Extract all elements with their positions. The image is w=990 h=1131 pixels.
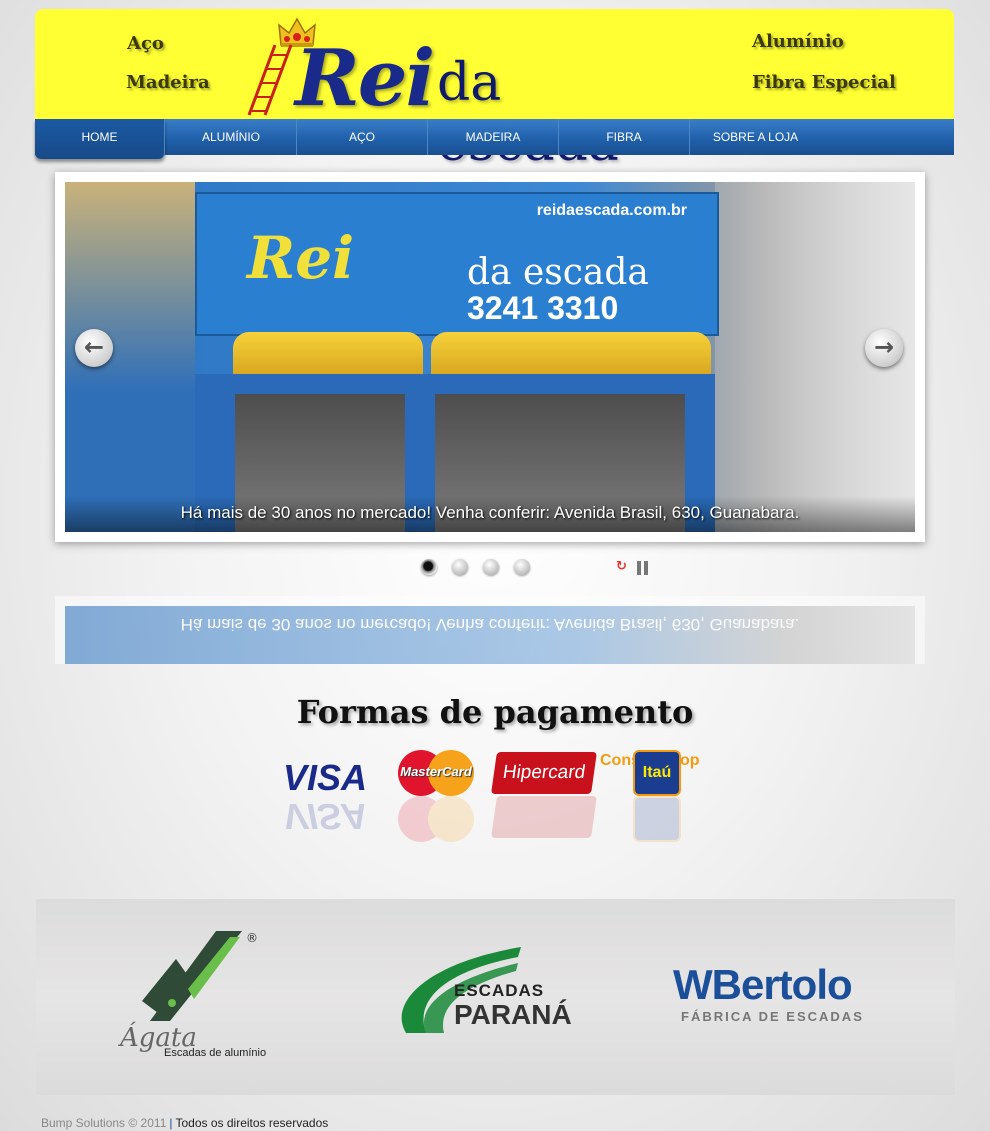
loading-spinner-icon: ↻: [616, 559, 627, 574]
sign-da-escada: da escada: [467, 252, 649, 293]
parana-top-text: ESCADAS: [454, 981, 545, 1000]
arrow-left-icon: ←: [83, 333, 105, 361]
mastercard-logo-reflection: [398, 796, 474, 842]
sign-rei: Rei: [247, 224, 355, 292]
agata-subtitle: Escadas de alumínio: [164, 1047, 267, 1059]
slider-next-button[interactable]: →: [865, 329, 903, 367]
nav-item-madeira[interactable]: MADEIRA: [428, 119, 559, 155]
header-word-aluminio: Alumínio: [752, 31, 844, 52]
footer-copyright: Bump Solutions © 2011: [41, 1116, 167, 1130]
sign-url: reidaescada.com.br: [536, 202, 687, 219]
reflection-image: Há mais de 30 anos no mercado! Venha con…: [65, 606, 915, 664]
visa-logo: VISA: [283, 757, 368, 798]
slider-prev-button[interactable]: ←: [75, 329, 113, 367]
visa-logo-reflection: VISA: [283, 796, 368, 837]
awning-right: [431, 332, 711, 374]
footer-separator: |: [169, 1116, 173, 1130]
nav-item-fibra[interactable]: FIBRA: [559, 119, 690, 155]
wbertolo-logo[interactable]: WBertolo FÁBRICA DE ESCADAS: [673, 961, 873, 1031]
sign-phone: 3241 3310: [467, 290, 619, 326]
agata-registered: ®: [246, 931, 258, 945]
slide-caption: Há mais de 30 anos no mercado! Venha con…: [65, 496, 915, 532]
agata-logo[interactable]: ® Ágata Escadas de alumínio: [120, 929, 270, 1069]
site-footer: Bump Solutions © 2011 | Todos os direitos …: [41, 1116, 328, 1130]
itau-logo: Itaú: [633, 750, 681, 796]
nav-item-home[interactable]: HOME: [35, 119, 165, 159]
header-word-fibra: Fibra Especial: [752, 72, 896, 93]
logo-rei-text: Rei: [295, 33, 435, 124]
main-nav: HOME ALUMÍNIO AÇO MADEIRA FIBRA SOBRE A …: [35, 119, 954, 159]
nav-item-sobre-a-loja[interactable]: SOBRE A LOJA: [690, 119, 821, 155]
mastercard-text: MasterCard: [400, 764, 472, 779]
slider-bullet-1[interactable]: [421, 559, 437, 575]
itau-logo-reflection: [633, 796, 681, 842]
hipercard-logo: Hipercard: [491, 752, 597, 794]
wbertolo-subtitle: FÁBRICA DE ESCADAS: [681, 1009, 864, 1024]
storefront-sign: reidaescada.com.br Rei da escada 3241 33…: [195, 192, 719, 336]
slider-bullet-4[interactable]: [514, 559, 530, 575]
mastercard-logo: MasterCard: [398, 750, 474, 796]
footer-rights: Todos os direitos reservados: [175, 1116, 329, 1130]
slider-bullet-2[interactable]: [452, 559, 468, 575]
parana-bottom-text: PARANÁ: [454, 999, 572, 1030]
site-logo[interactable]: Rei da escada: [245, 13, 695, 173]
nav-item-aco[interactable]: AÇO: [297, 119, 428, 155]
slider-reflection: Há mais de 30 anos no mercado! Venha con…: [55, 596, 925, 664]
agata-mark-icon: [142, 931, 242, 1021]
reflection-caption: Há mais de 30 anos no mercado! Venha con…: [180, 615, 800, 634]
nav-item-aluminio[interactable]: ALUMÍNIO: [166, 119, 297, 155]
payment-title: Formas de pagamento: [296, 693, 694, 731]
hipercard-logo-reflection: [491, 796, 597, 838]
site-header: Aço Madeira Alumínio Fibra Especial Rei …: [35, 9, 954, 173]
image-slider: reidaescada.com.br Rei da escada 3241 33…: [55, 172, 925, 542]
header-word-aco: Aço: [127, 33, 164, 54]
partners-bar: ® Ágata Escadas de alumínio ESCADAS PARA…: [36, 899, 955, 1095]
slide-image[interactable]: reidaescada.com.br Rei da escada 3241 33…: [65, 182, 915, 532]
awning-left: [233, 332, 423, 374]
escadas-parana-logo[interactable]: ESCADAS PARANÁ: [386, 943, 576, 1043]
slider-bullet-3[interactable]: [483, 559, 499, 575]
pause-icon[interactable]: [637, 561, 649, 575]
wbertolo-name: WBertolo: [673, 961, 853, 1008]
header-word-madeira: Madeira: [126, 72, 210, 93]
arrow-right-icon: →: [873, 333, 895, 361]
logo-da-escada-text: da escada: [437, 53, 619, 173]
